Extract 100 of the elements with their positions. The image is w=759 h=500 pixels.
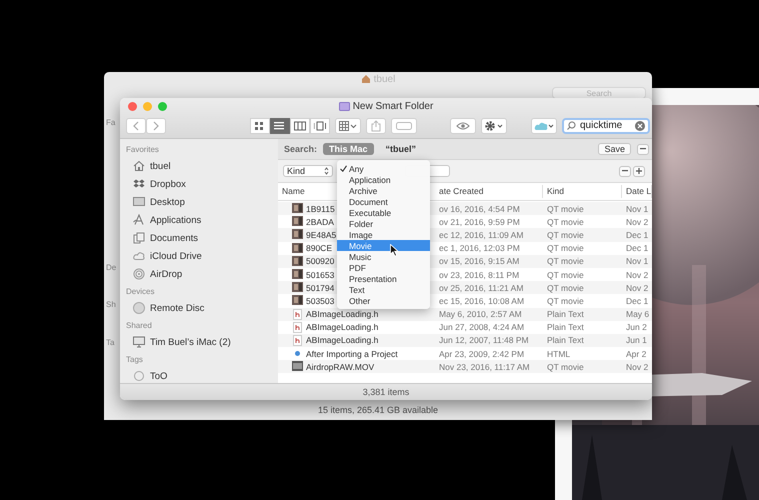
table-cell-text: Jun 12, 2007, 11:48 PM — [438, 335, 530, 346]
file-name[interactable]: 501794 — [306, 282, 334, 293]
radar-icon — [133, 268, 145, 280]
thumbnail-icon — [292, 216, 303, 228]
file-name[interactable]: ABImageLoading.h — [306, 322, 378, 332]
cover-flow-icon — [314, 120, 326, 130]
table-cell-text: ov 21, 2016, 9:59 PM — [438, 216, 521, 227]
arrange-button[interactable] — [335, 118, 361, 134]
menu-item[interactable]: PDF — [337, 262, 430, 273]
close-button[interactable] — [128, 102, 137, 111]
status-text: 3,381 items — [120, 383, 652, 400]
sidebar-item[interactable]: tbuel — [126, 157, 278, 175]
table-cell-text: Dec 1 — [625, 243, 650, 254]
table-cell-text: Plain Text — [546, 309, 585, 320]
file-name[interactable]: 501653 — [306, 270, 334, 280]
sidebar-label: Sh — [106, 300, 117, 309]
minus-icon — [640, 148, 646, 150]
section-header: Favorites — [126, 145, 160, 154]
file-name[interactable]: 9E48A5 — [306, 230, 336, 240]
table-cell-text: Nov 1 — [625, 204, 650, 214]
menu-item[interactable]: Other — [337, 295, 430, 306]
file-name[interactable]: 503503 — [306, 296, 334, 306]
columns-icon — [294, 120, 306, 130]
remove-button[interactable] — [637, 144, 649, 154]
sidebar-item[interactable]: AirDrop — [126, 265, 278, 283]
quick-look-button[interactable] — [450, 118, 476, 134]
cloud-icon — [534, 120, 554, 130]
action-button[interactable] — [481, 118, 507, 134]
menu-item[interactable]: Any — [337, 163, 430, 174]
table-cell-text: Nov 2 — [625, 216, 650, 227]
menu-item[interactable]: Folder — [337, 218, 430, 229]
table-cell-text: ov 25, 2016, 11:21 AM — [438, 282, 524, 293]
sidebar-item[interactable]: iCloud Drive — [126, 247, 278, 265]
house-icon — [133, 160, 145, 172]
table-cell-text: Jun 27, 2008, 4:24 AM — [438, 322, 526, 332]
view-button[interactable] — [270, 118, 290, 134]
file-name[interactable]: AirdropRAW.MOV — [306, 362, 374, 372]
sidebar-item[interactable]: Applications — [126, 211, 278, 229]
menu-item[interactable]: Executable — [337, 207, 430, 218]
sidebar-item[interactable]: Desktop — [126, 193, 278, 211]
clear-icon[interactable] — [635, 120, 645, 130]
desktop-icon — [133, 196, 145, 208]
settings-icon — [484, 120, 504, 132]
section-header: Shared — [126, 321, 153, 330]
scope-button[interactable]: “tbuel” — [380, 143, 422, 155]
column-header[interactable]: Date L — [622, 185, 652, 198]
menu-item[interactable]: Application — [337, 174, 430, 185]
search-field[interactable]: quicktime — [562, 118, 650, 134]
sidebar-item[interactable]: Dropbox — [126, 175, 278, 193]
cloud-icon — [133, 250, 145, 262]
menu-item[interactable]: Image — [337, 229, 430, 240]
eye-icon — [456, 122, 470, 130]
menu-item[interactable]: Document — [337, 196, 430, 207]
file-name[interactable]: After Importing a Project — [306, 348, 398, 359]
sidebar-item[interactable]: Documents — [126, 229, 278, 247]
share-icon — [371, 120, 381, 132]
column-header[interactable]: Kind — [543, 185, 622, 198]
table-cell-text: Nov 2 — [625, 282, 650, 293]
menu-item[interactable]: Text — [337, 284, 430, 295]
save-button[interactable]: Save — [598, 143, 631, 155]
menu-item[interactable]: Music — [337, 251, 430, 262]
table-cell-text: ov 23, 2016, 8:11 PM — [438, 270, 520, 280]
list-icon — [274, 120, 286, 130]
add-rule-button[interactable] — [633, 166, 645, 176]
menu-item[interactable]: Presentation — [337, 273, 430, 284]
sidebar-item[interactable]: ToO — [126, 367, 278, 383]
window-title: New Smart Folder — [352, 101, 434, 112]
file-name[interactable]: 500920 — [306, 256, 334, 266]
stepper-arrows-icon — [324, 167, 329, 175]
smart-folder-icon — [338, 102, 350, 111]
file-name[interactable]: 2BADA — [306, 216, 334, 227]
file-name[interactable]: ABImageLoading.h — [306, 335, 378, 346]
plus-icon — [636, 168, 642, 174]
movie-file-icon — [292, 361, 303, 372]
table-cell-text: Dec 1 — [625, 230, 650, 240]
monitor-icon — [133, 336, 145, 348]
home-icon — [360, 74, 371, 84]
table-cell-text: Nov 1 — [625, 256, 650, 266]
cursor-icon — [390, 244, 399, 257]
status-text: 15 items, 265.41 GB available — [316, 405, 440, 415]
table-cell-text: May 6 — [625, 309, 650, 320]
file-name[interactable]: 890CE — [306, 243, 332, 254]
table-cell-text: ec 15, 2016, 10:08 AM — [438, 296, 526, 306]
sidebar-label: Fa — [106, 118, 116, 127]
sidebar-item[interactable]: Tim Buel’s iMac (2) — [126, 333, 278, 351]
file-name[interactable]: ABImageLoading.h — [306, 309, 378, 320]
thumbnail-icon — [292, 229, 303, 240]
attribute-popup[interactable]: Kind — [283, 165, 333, 177]
thumbnail-icon — [292, 295, 303, 306]
sidebar-item[interactable]: Remote Disc — [126, 299, 278, 317]
table-cell-text: ec 1, 2016, 12:03 PM — [438, 243, 521, 254]
remove-rule-button[interactable] — [619, 166, 631, 176]
table-cell-text: QT movie — [546, 230, 585, 240]
file-name[interactable]: 1B9115 — [306, 204, 335, 214]
table-cell-text: QT movie — [546, 282, 585, 293]
chevron-right-icon — [153, 120, 159, 130]
table-cell-text: QT movie — [546, 270, 585, 280]
applications-icon — [133, 214, 145, 226]
search-label: Search: — [284, 144, 318, 154]
sidebar-label: Ta — [106, 338, 116, 347]
